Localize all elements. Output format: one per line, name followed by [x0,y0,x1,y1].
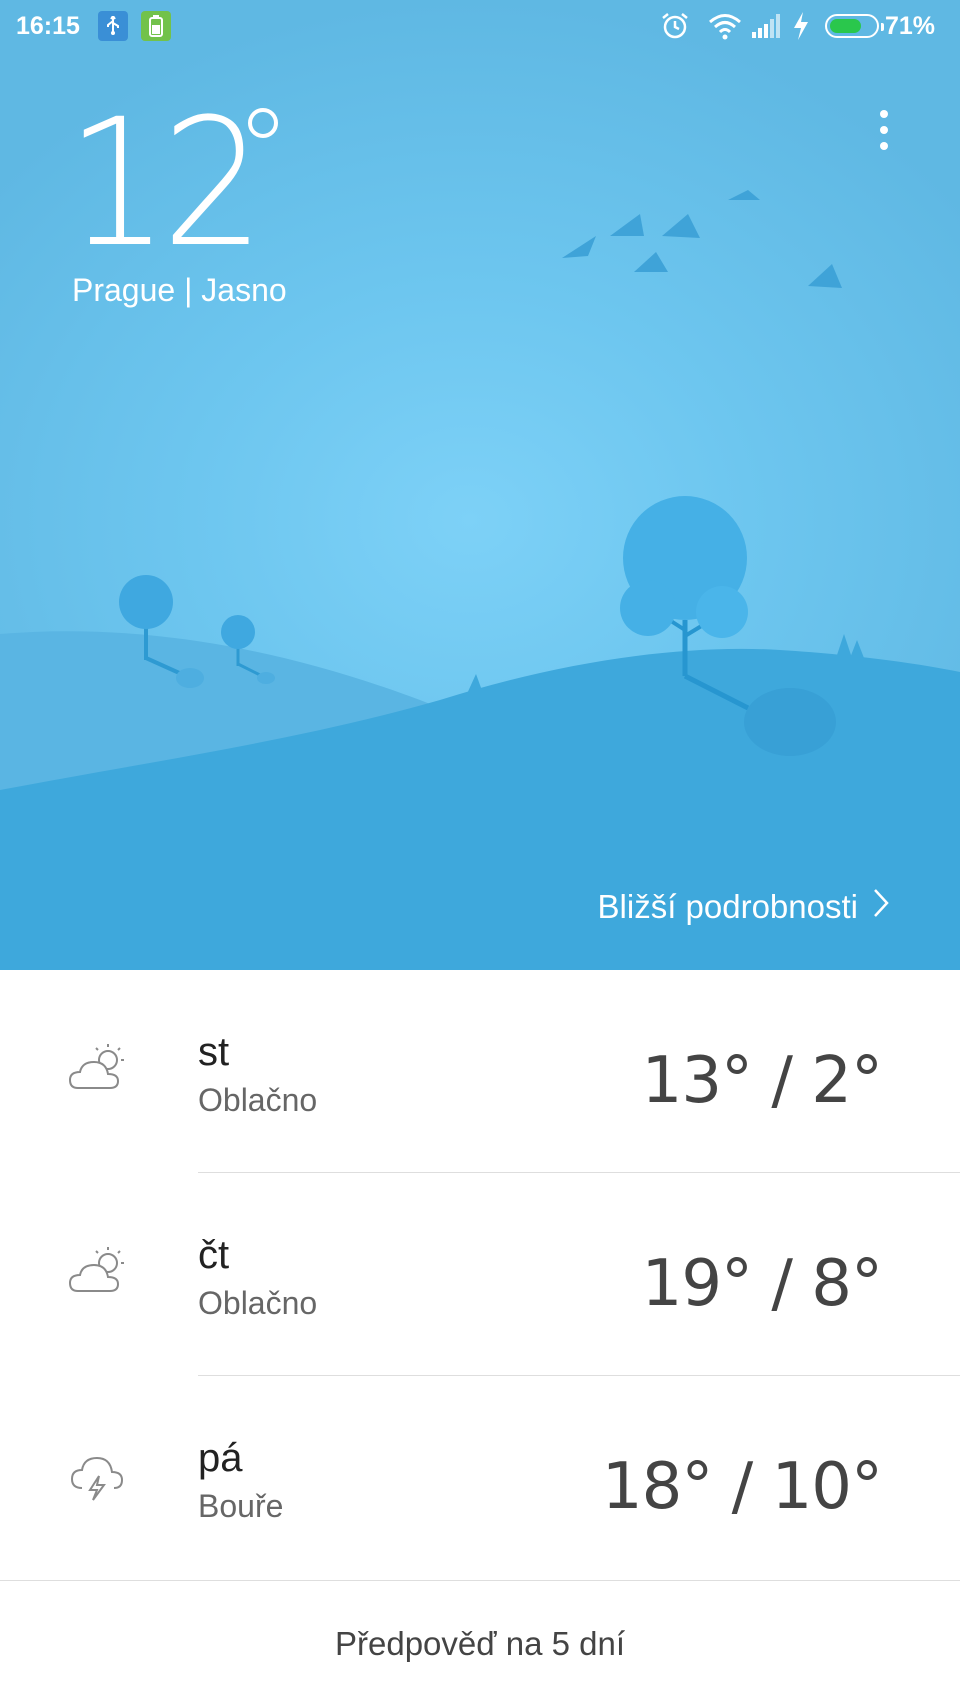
partly-cloudy-icon [68,1245,130,1304]
current-temperature: 12 [66,81,278,286]
signal-icon [752,14,782,45]
forecast-temps: 19° / 8° [641,1247,883,1321]
forecast-row[interactable]: st Oblačno 13° / 2° [0,970,960,1173]
forecast-condition: Bouře [198,1488,284,1524]
battery-percent: 71% [885,12,936,40]
forecast-day: st [198,1030,230,1074]
temperature-value: 12 [66,81,265,286]
charging-icon [792,12,810,47]
chevron-right-icon [872,888,890,926]
degree-symbol [248,108,278,138]
menu-dot-icon [880,110,888,118]
battery-tip [881,23,884,31]
five-day-forecast-link[interactable]: Předpověď na 5 dní [0,1625,960,1663]
birds-decoration [562,190,842,288]
forecast-row[interactable]: čt Oblačno 19° / 8° [0,1173,960,1376]
more-options-button[interactable] [866,102,902,158]
partly-cloudy-icon [68,1042,130,1101]
location-condition: Prague | Jasno [72,272,287,308]
forecast-condition: Oblačno [198,1285,318,1321]
battery-notification-icon [141,11,171,41]
alarm-icon [660,11,690,48]
forecast-day: pá [198,1436,243,1480]
weather-hero: 16:15 71% 12 Prague | Jasno Bližší podro… [0,0,960,970]
menu-dot-icon [880,142,888,150]
thunderstorm-icon [68,1448,126,1507]
more-details-label: Bližší podrobnosti [597,888,858,925]
more-details-link[interactable]: Bližší podrobnosti [598,888,890,926]
forecast-condition: Oblačno [198,1082,318,1118]
battery-icon [825,14,884,38]
wifi-icon [708,12,742,47]
forecast-temps: 13° / 2° [641,1044,883,1118]
section-divider [0,1580,960,1581]
forecast-day: čt [198,1233,230,1277]
forecast-temps: 18° / 10° [601,1450,883,1524]
usb-icon [98,11,128,41]
forecast-row[interactable]: pá Bouře 18° / 10° [0,1376,960,1579]
battery-fill [830,19,861,33]
menu-dot-icon [880,126,888,134]
status-time: 16:15 [16,12,80,40]
status-bar: 16:15 71% [0,0,960,54]
